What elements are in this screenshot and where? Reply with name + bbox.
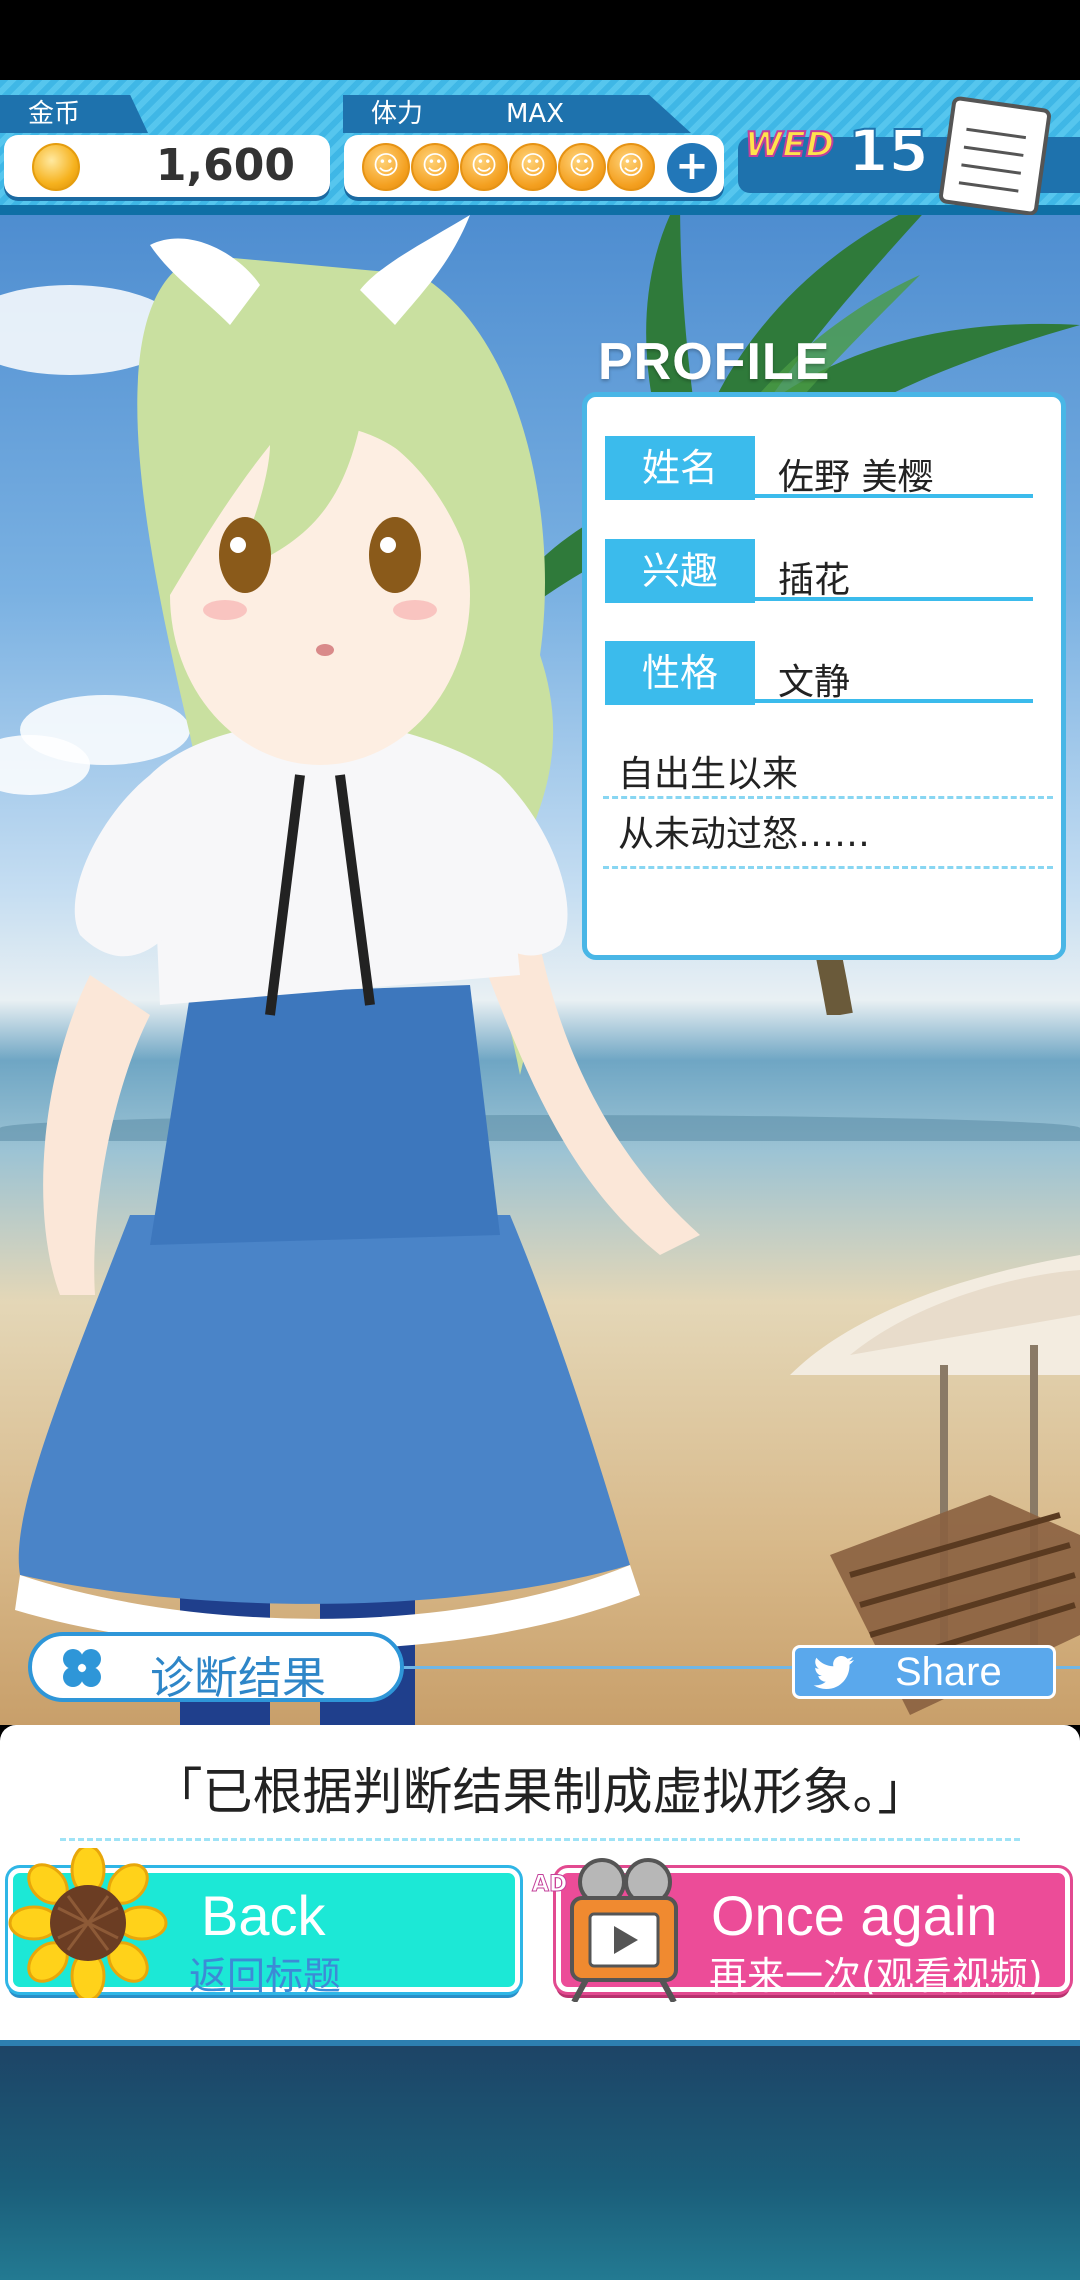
hobby-value: 插花 bbox=[778, 560, 851, 601]
clover-icon bbox=[63, 1649, 101, 1687]
back-label: Back bbox=[201, 1884, 326, 1947]
name-value: 佐野 美樱 bbox=[778, 457, 934, 498]
name-underline bbox=[755, 494, 1033, 498]
stamina-max-label: MAX bbox=[506, 99, 565, 129]
stamina-header: 体力 MAX bbox=[343, 95, 691, 133]
bio-line-2: 从未动过怒…… bbox=[618, 814, 871, 855]
stamina-smiley-icon: ☺ bbox=[362, 143, 410, 191]
hud-divider bbox=[0, 205, 1080, 215]
bio-divider-2 bbox=[603, 866, 1053, 869]
weekday-label: WED bbox=[744, 124, 835, 166]
personality-label: 性格 bbox=[605, 641, 755, 705]
stamina-smiley-icon: ☺ bbox=[460, 143, 508, 191]
result-message: 「已根据判断结果制成虚拟形象。」 bbox=[152, 1763, 928, 1821]
sunflower-icon bbox=[8, 1848, 168, 1998]
personality-value: 文静 bbox=[778, 662, 851, 703]
share-button[interactable]: Share bbox=[792, 1645, 1056, 1699]
stamina-smiley-icon: ☺ bbox=[509, 143, 557, 191]
stamina-smiley-icon: ☺ bbox=[558, 143, 606, 191]
stamina-smiley-icon: ☺ bbox=[607, 143, 655, 191]
hobby-label: 兴趣 bbox=[605, 539, 755, 603]
bottom-empty-area bbox=[0, 2046, 1080, 2280]
stamina-smiley-icon: ☺ bbox=[411, 143, 459, 191]
back-sub-label: 返回标题 bbox=[189, 1954, 342, 1998]
hobby-underline bbox=[755, 597, 1033, 601]
bio-divider-1 bbox=[603, 796, 1053, 799]
day-number: 15 bbox=[847, 116, 930, 186]
message-divider bbox=[60, 1838, 1020, 1841]
name-label: 姓名 bbox=[605, 436, 755, 500]
add-stamina-button[interactable]: + bbox=[664, 140, 720, 196]
share-label: Share bbox=[895, 1650, 1002, 1694]
video-projector-icon bbox=[570, 1858, 678, 2002]
coins-label: 金币 bbox=[0, 95, 148, 133]
stamina-label: 体力 bbox=[371, 99, 424, 129]
twitter-bird-icon bbox=[813, 1656, 854, 1689]
beach-umbrellas-image bbox=[790, 1255, 1080, 1715]
bio-line-1: 自出生以来 bbox=[618, 754, 799, 795]
again-sub-label: 再来一次(观看视频) bbox=[709, 1954, 1043, 1998]
personality-underline bbox=[755, 699, 1033, 703]
result-badge: 诊断结果 bbox=[28, 1632, 404, 1704]
again-label: Once again bbox=[711, 1884, 998, 1947]
coin-icon bbox=[32, 143, 80, 191]
coins-value: 1,600 bbox=[155, 140, 295, 191]
game-screen: 金币 1,600 体力 MAX ☺ ☺ ☺ ☺ ☺ ☺ + WED 15 PRO… bbox=[0, 0, 1080, 2280]
result-label: 诊断结果 bbox=[150, 1653, 326, 1704]
profile-title: PROFILE bbox=[598, 333, 831, 391]
calendar-notepad-icon[interactable] bbox=[937, 95, 1053, 217]
